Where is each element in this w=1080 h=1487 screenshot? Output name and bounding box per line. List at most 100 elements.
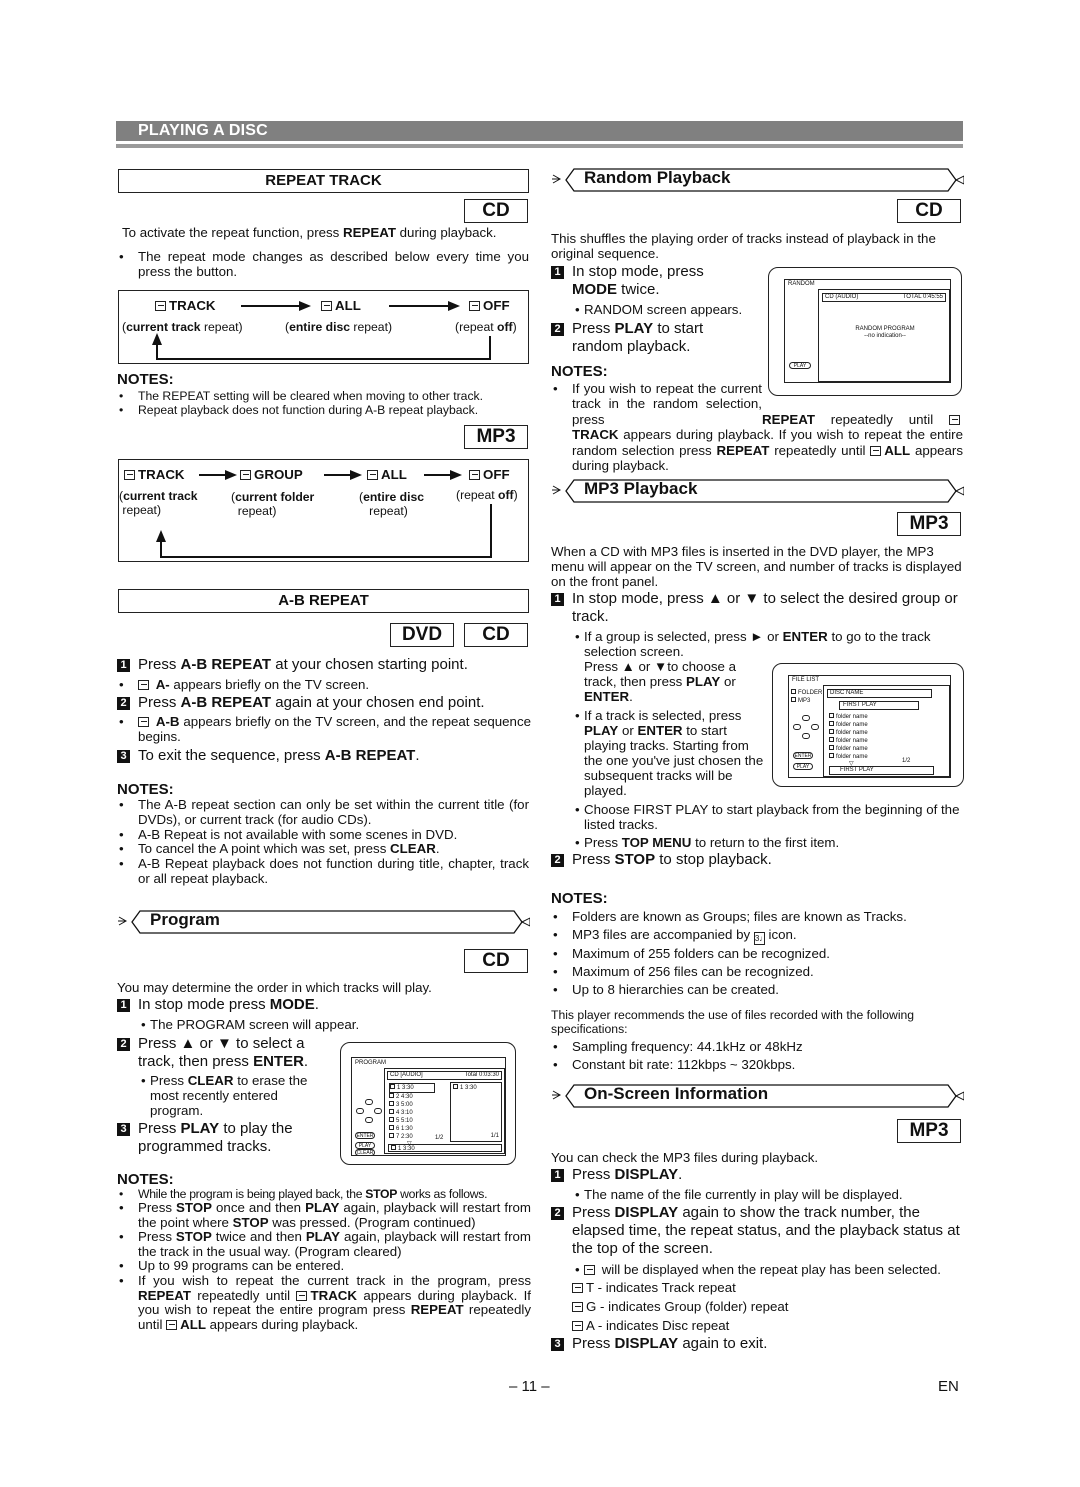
osd-intro: You can check the MP3 files during playb… — [551, 1150, 819, 1165]
notes-heading: NOTES: — [117, 371, 174, 388]
ab-repeat-steps: 1 Press A-B REPEAT at your chosen startin… — [117, 656, 531, 765]
play-button-icon: PLAY — [789, 362, 811, 369]
step-2: 2 Press DISPLAY again to show the track n… — [551, 1204, 963, 1258]
random-steps: 1In stop mode, press MODE twice. RANDOM … — [551, 263, 766, 356]
program-intro: You may determine the order in which tra… — [117, 980, 432, 995]
flow-arrow — [389, 305, 449, 307]
track-item[interactable]: 4 3:10 — [389, 1109, 449, 1117]
track-item[interactable]: 1 3:30 — [389, 1083, 435, 1093]
flow-group: GROUP — [240, 467, 303, 482]
flow-arrow-head — [299, 301, 311, 311]
step-number-1: 1 — [551, 593, 564, 606]
repeat-icon — [572, 1321, 583, 1331]
return-arrow-head — [152, 333, 162, 345]
step-number-2: 2 — [551, 1207, 564, 1220]
folder-item[interactable]: folder name — [829, 713, 868, 721]
section-title: PLAYING A DISC — [138, 122, 268, 139]
screen-frame: FILE LIST FOLDER MP3 DISC NAME FIRST PLA… — [788, 675, 951, 778]
folder-item[interactable]: folder name — [829, 737, 868, 745]
language-code: EN — [938, 1378, 959, 1395]
track-item[interactable]: 5 5:10 — [389, 1117, 449, 1125]
folder-item[interactable]: folder name — [829, 745, 868, 753]
note-item: To cancel the A point which was set, pre… — [117, 841, 529, 857]
screen-title: RANDOM — [788, 281, 815, 287]
track-item[interactable]: 2 4:30 — [389, 1093, 449, 1101]
program-notes: While the program is being played back, … — [117, 1187, 531, 1332]
step-3: 3 To exit the sequence, press A-B REPEAT. — [117, 747, 531, 765]
legend: FOLDER MP3 — [791, 689, 822, 705]
step-1-note: If a group is selected, press ► or ENTER… — [551, 629, 963, 659]
step-2: 2 Press ▲ or ▼ to select a track, then pr… — [117, 1035, 337, 1071]
random-intro: This shuffles the playing order of track… — [551, 231, 936, 261]
section-header-bar: PLAYING A DISC — [116, 121, 963, 141]
random-program-label: RANDOM PROGRAM — [855, 326, 915, 332]
repeat-icon — [572, 1283, 583, 1293]
track-item[interactable]: 6 1:30 — [389, 1125, 449, 1133]
flow-track-desc: (current track repeat) — [122, 320, 243, 334]
return-line — [156, 358, 491, 360]
step-number-3: 3 — [551, 1338, 564, 1351]
folder-item[interactable]: folder name — [829, 729, 868, 737]
note-item: Folders are known as Groups; files are k… — [551, 908, 963, 926]
note-item: Press STOP once and then PLAY again, pla… — [117, 1200, 531, 1230]
cd-tag: CD — [897, 199, 961, 223]
repeat-icon — [469, 470, 480, 480]
flow-group-desc: (current folder repeat) — [231, 490, 315, 518]
return-line — [160, 556, 492, 558]
note-item: Up to 99 programs can be entered. — [117, 1259, 531, 1274]
step-1: 1 In stop mode press MODE. — [117, 996, 347, 1014]
step-number-1: 1 — [551, 266, 564, 279]
flow-off: OFF — [469, 467, 510, 482]
cd-tag: CD — [464, 949, 528, 973]
notes-heading: NOTES: — [117, 781, 174, 798]
notes-heading: NOTES: — [551, 890, 608, 907]
step-2-note: will be displayed when the repeat play h… — [551, 1261, 963, 1278]
first-play-item[interactable]: FIRST PLAY — [839, 701, 919, 710]
step-1: 1 In stop mode, press MODE twice. — [551, 263, 766, 299]
folder-item[interactable]: folder name — [829, 721, 868, 729]
repeat-notes: The REPEAT setting will be cleared when … — [117, 389, 529, 417]
repeat-icon — [469, 301, 480, 311]
current-program: 1 3:30 — [388, 1144, 502, 1152]
repeat-intro: To activate the repeat function, press R… — [122, 225, 497, 240]
osd-section-banner: On-Screen Information — [550, 1083, 964, 1108]
enter-button-icon: ENTER — [793, 752, 813, 759]
spec-item: Sampling frequency: 44.1kHz or 48kHz — [551, 1038, 963, 1056]
indicator-group: G - indicates Group (folder) repeat — [572, 1297, 963, 1316]
screen-panel: DISC NAME FIRST PLAY folder name folder … — [823, 685, 950, 777]
step-1-note-cont: Press ▲ or ▼to choose a track, then pres… — [584, 659, 736, 704]
note-item: While the program is being played back, … — [117, 1187, 531, 1201]
notes-heading: NOTES: — [117, 1171, 174, 1188]
step-3: 3 Press PLAY to play the programmed track… — [117, 1120, 327, 1156]
note-item: Repeat playback does not function during… — [117, 403, 529, 417]
repeat-icon — [949, 414, 960, 425]
step-3: 3 Press DISPLAY again to exit. — [551, 1335, 963, 1353]
flow-track: TRACK — [155, 298, 216, 313]
spec-list: Sampling frequency: 44.1kHz or 48kHz Con… — [551, 1038, 963, 1074]
track-item[interactable]: 3 5:00 — [389, 1101, 449, 1109]
step-1-note: The name of the file currently in play w… — [551, 1187, 963, 1202]
clear-button-icon: CLEAR — [355, 1149, 375, 1156]
file-list-screen-illustration: FILE LIST FOLDER MP3 DISC NAME FIRST PLA… — [772, 663, 964, 787]
folder-item[interactable]: folder name — [829, 753, 868, 761]
program-heading: Program — [150, 910, 220, 929]
random-heading: Random Playback — [584, 168, 731, 187]
flow-arrow — [424, 474, 452, 476]
header-divider — [116, 144, 963, 148]
step-2: 2 Press A-B REPEAT again at your chosen e… — [117, 694, 531, 712]
mp3-notes: Folders are known as Groups; files are k… — [551, 908, 963, 999]
flow-track: TRACK — [124, 467, 185, 482]
first-play-bottom[interactable]: FIRST PLAY — [829, 766, 934, 775]
flow-all-desc: (entire disc repeat) — [359, 490, 425, 518]
step-1-note: A- appears briefly on the TV screen. — [117, 677, 531, 692]
page-number: – 11 – — [509, 1378, 550, 1395]
step-2-note: Press CLEAR to erase the most recently e… — [117, 1073, 332, 1118]
step-2: 2 Press PLAY to start random playback. — [551, 320, 751, 356]
repeat-icon — [155, 301, 166, 311]
screen-header: CD [AUDIO] Total 0:03:30 — [387, 1071, 502, 1080]
repeat-icon — [296, 1290, 308, 1301]
screen-panel: CD [AUDIO] Total 0:03:30 1 3:30 2 4:30 3… — [384, 1068, 505, 1154]
mp3-tag: MP3 — [897, 1119, 961, 1143]
step-1-note-3: Choose FIRST PLAY to start playback from… — [551, 802, 963, 832]
ab-repeat-notes: The A-B repeat section can only be set w… — [117, 797, 529, 887]
